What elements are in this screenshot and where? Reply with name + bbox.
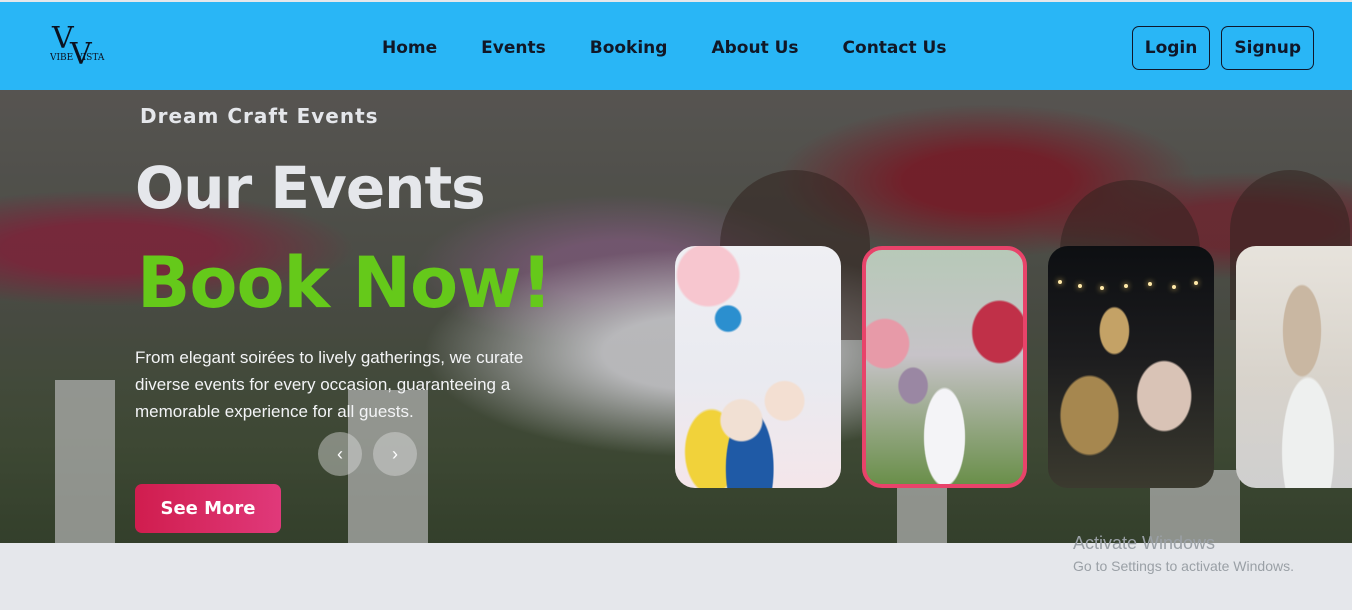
nav-about-us[interactable]: About Us xyxy=(711,38,798,58)
string-lights xyxy=(1048,276,1214,290)
watermark-title: Activate Windows xyxy=(1073,533,1216,553)
svg-text:VIBE VISTA: VIBE VISTA xyxy=(50,53,105,63)
chevron-right-icon: › xyxy=(392,443,398,464)
background-pillar xyxy=(55,380,115,543)
hero-section: Dream Craft Events Our Events Book Now! … xyxy=(0,90,1352,543)
vibe-vista-logo-icon: V V VIBE VISTA xyxy=(49,21,105,72)
table-setting-card[interactable] xyxy=(1236,246,1352,488)
page: V V VIBE VISTA Home Events Booking About… xyxy=(0,0,1352,610)
nav-home[interactable]: Home xyxy=(382,38,437,58)
night-wedding-card[interactable] xyxy=(1048,246,1214,488)
brand-logo[interactable]: V V VIBE VISTA xyxy=(49,20,114,72)
carousel-next-button[interactable]: › xyxy=(373,432,417,476)
chevron-left-icon: ‹ xyxy=(337,443,343,464)
watermark-subtitle: Go to Settings to activate Windows. xyxy=(1073,558,1294,574)
signup-button[interactable]: Signup xyxy=(1221,26,1314,70)
nav-booking[interactable]: Booking xyxy=(590,38,668,58)
hero-cta-title: Book Now! xyxy=(137,242,553,324)
hero-title: Our Events xyxy=(135,154,486,222)
main-nav: Home Events Booking About Us Contact Us xyxy=(382,38,946,58)
windows-activation-watermark: Activate Windows Go to Settings to activ… xyxy=(1073,533,1294,574)
nav-contact-us[interactable]: Contact Us xyxy=(843,38,947,58)
see-more-button[interactable]: See More xyxy=(135,484,281,533)
birthday-party-card[interactable] xyxy=(675,246,841,488)
nav-events[interactable]: Events xyxy=(481,38,546,58)
hero-tagline: Dream Craft Events xyxy=(140,104,379,128)
wedding-arch-card[interactable] xyxy=(862,246,1027,488)
navbar: V V VIBE VISTA Home Events Booking About… xyxy=(0,0,1352,90)
login-button[interactable]: Login xyxy=(1131,26,1211,70)
auth-buttons: Login Signup xyxy=(1131,26,1314,70)
hero-description: From elegant soirées to lively gathering… xyxy=(135,348,524,421)
carousel-prev-button[interactable]: ‹ xyxy=(318,432,362,476)
